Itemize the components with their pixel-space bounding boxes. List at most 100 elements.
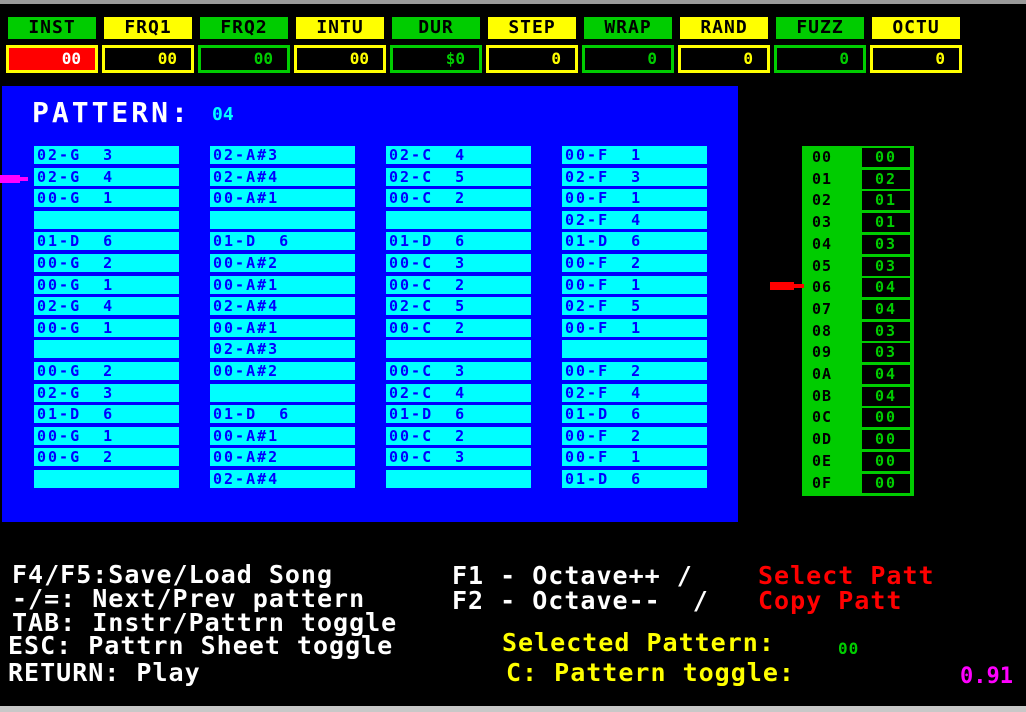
param-value-frq2[interactable]: 00 <box>198 45 290 73</box>
order-pattern-value[interactable]: 00 <box>862 474 910 493</box>
param-header-frq2[interactable]: FRQ2 <box>198 15 290 41</box>
order-pattern-value[interactable]: 04 <box>862 300 910 319</box>
pattern-cell[interactable]: 00-F 1 <box>562 276 707 294</box>
pattern-cell[interactable]: 01-D 6 <box>210 405 355 423</box>
order-pattern-value[interactable]: 03 <box>862 343 910 362</box>
order-pattern-value[interactable]: 00 <box>862 430 910 449</box>
order-pattern-value[interactable]: 00 <box>862 148 910 167</box>
order-pattern-value[interactable]: 03 <box>862 257 910 276</box>
param-header-dur[interactable]: DUR <box>390 15 482 41</box>
pattern-cell[interactable]: 00-A#2 <box>210 448 355 466</box>
param-value-step[interactable]: 0 <box>486 45 578 73</box>
pattern-cell[interactable]: 01-D 6 <box>34 232 179 250</box>
pattern-cell[interactable]: 02-C 5 <box>386 297 531 315</box>
pattern-cell[interactable] <box>386 211 531 229</box>
pattern-cell[interactable]: 02-F 3 <box>562 168 707 186</box>
pattern-cell[interactable]: 00-G 2 <box>34 254 179 272</box>
pattern-cell[interactable]: 02-F 4 <box>562 384 707 402</box>
pattern-cell[interactable]: 01-D 6 <box>562 232 707 250</box>
param-header-frq1[interactable]: FRQ1 <box>102 15 194 41</box>
param-header-fuzz[interactable]: FUZZ <box>774 15 866 41</box>
param-value-octu[interactable]: 0 <box>870 45 962 73</box>
pattern-cell[interactable]: 02-F 4 <box>562 211 707 229</box>
param-header-intu[interactable]: INTU <box>294 15 386 41</box>
pattern-cell[interactable]: 00-C 2 <box>386 276 531 294</box>
pattern-cell[interactable]: 00-F 1 <box>562 448 707 466</box>
pattern-cell[interactable]: 00-A#1 <box>210 189 355 207</box>
pattern-cell[interactable]: 00-F 2 <box>562 427 707 445</box>
pattern-cell[interactable]: 00-F 1 <box>562 319 707 337</box>
order-pattern-value[interactable]: 00 <box>862 408 910 427</box>
param-value-frq1[interactable]: 00 <box>102 45 194 73</box>
pattern-cell[interactable]: 01-D 6 <box>386 232 531 250</box>
order-pattern-value[interactable]: 04 <box>862 278 910 297</box>
pattern-cell[interactable]: 01-D 6 <box>562 470 707 488</box>
pattern-cell[interactable]: 00-C 2 <box>386 427 531 445</box>
pattern-cell[interactable] <box>34 211 179 229</box>
pattern-cell[interactable]: 00-C 3 <box>386 362 531 380</box>
order-pattern-value[interactable]: 02 <box>862 170 910 189</box>
param-header-inst[interactable]: INST <box>6 15 98 41</box>
pattern-cell[interactable]: 00-C 3 <box>386 254 531 272</box>
pattern-cell[interactable]: 02-C 5 <box>386 168 531 186</box>
pattern-cell[interactable]: 00-C 3 <box>386 448 531 466</box>
order-pattern-value[interactable]: 00 <box>862 452 910 471</box>
pattern-cell[interactable]: 02-A#4 <box>210 168 355 186</box>
param-value-wrap[interactable]: 0 <box>582 45 674 73</box>
pattern-cell[interactable]: 02-G 4 <box>34 168 179 186</box>
pattern-cell[interactable]: 02-A#4 <box>210 297 355 315</box>
order-pattern-value[interactable]: 03 <box>862 322 910 341</box>
pattern-cell[interactable]: 00-F 1 <box>562 146 707 164</box>
pattern-cell[interactable]: 02-G 3 <box>34 146 179 164</box>
pattern-cell[interactable]: 02-C 4 <box>386 384 531 402</box>
param-header-wrap[interactable]: WRAP <box>582 15 674 41</box>
pattern-cell[interactable]: 00-F 2 <box>562 254 707 272</box>
order-pattern-value[interactable]: 03 <box>862 235 910 254</box>
pattern-cell[interactable]: 02-G 4 <box>34 297 179 315</box>
order-pattern-value[interactable]: 01 <box>862 213 910 232</box>
param-value-intu[interactable]: 00 <box>294 45 386 73</box>
param-value-rand[interactable]: 0 <box>678 45 770 73</box>
pattern-cell[interactable]: 00-A#2 <box>210 254 355 272</box>
pattern-cell[interactable]: 00-A#2 <box>210 362 355 380</box>
pattern-cell[interactable]: 02-A#4 <box>210 470 355 488</box>
order-pattern-value[interactable]: 01 <box>862 191 910 210</box>
pattern-cell[interactable] <box>34 340 179 358</box>
pattern-cell[interactable]: 00-A#1 <box>210 427 355 445</box>
pattern-cell[interactable]: 00-G 1 <box>34 427 179 445</box>
pattern-cell[interactable]: 02-G 3 <box>34 384 179 402</box>
param-header-step[interactable]: STEP <box>486 15 578 41</box>
param-header-rand[interactable]: RAND <box>678 15 770 41</box>
order-pattern-value[interactable]: 04 <box>862 365 910 384</box>
param-value-fuzz[interactable]: 0 <box>774 45 866 73</box>
param-value-dur[interactable]: $0 <box>390 45 482 73</box>
order-pattern-value[interactable]: 04 <box>862 387 910 406</box>
pattern-cell[interactable] <box>210 384 355 402</box>
pattern-cell[interactable]: 02-F 5 <box>562 297 707 315</box>
pattern-cell[interactable]: 00-C 2 <box>386 319 531 337</box>
param-header-octu[interactable]: OCTU <box>870 15 962 41</box>
pattern-cell[interactable] <box>386 470 531 488</box>
pattern-cell[interactable] <box>34 470 179 488</box>
pattern-cell[interactable] <box>210 211 355 229</box>
pattern-cell[interactable]: 01-D 6 <box>562 405 707 423</box>
pattern-cell[interactable]: 01-D 6 <box>210 232 355 250</box>
pattern-cell[interactable]: 00-C 2 <box>386 189 531 207</box>
param-value-inst[interactable]: 00 <box>6 45 98 73</box>
pattern-cell[interactable]: 00-F 2 <box>562 362 707 380</box>
pattern-cell[interactable]: 02-C 4 <box>386 146 531 164</box>
pattern-cell[interactable]: 02-A#3 <box>210 146 355 164</box>
pattern-cell[interactable] <box>386 340 531 358</box>
pattern-cell[interactable]: 02-A#3 <box>210 340 355 358</box>
pattern-cell[interactable]: 00-A#1 <box>210 319 355 337</box>
pattern-cell[interactable]: 00-G 2 <box>34 448 179 466</box>
pattern-cell[interactable]: 00-G 1 <box>34 319 179 337</box>
pattern-cell[interactable]: 00-A#1 <box>210 276 355 294</box>
pattern-cell[interactable]: 00-G 1 <box>34 189 179 207</box>
pattern-cell[interactable]: 00-G 2 <box>34 362 179 380</box>
copy-patt-action[interactable]: Copy Patt <box>758 588 902 614</box>
pattern-cell[interactable] <box>562 340 707 358</box>
pattern-cell[interactable]: 01-D 6 <box>386 405 531 423</box>
pattern-cell[interactable]: 00-F 1 <box>562 189 707 207</box>
pattern-cell[interactable]: 00-G 1 <box>34 276 179 294</box>
